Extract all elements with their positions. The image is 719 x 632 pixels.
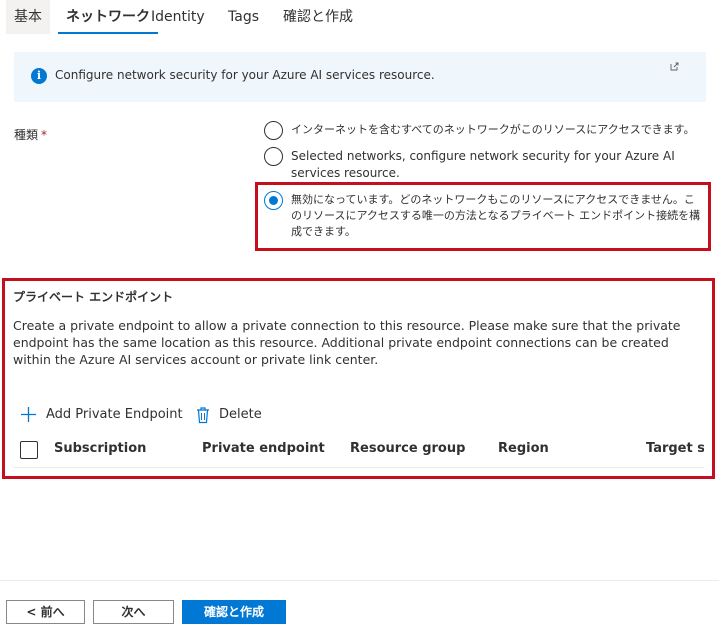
radio-label: Selected networks, configure network sec…: [291, 149, 675, 180]
external-link-icon[interactable]: [670, 62, 679, 71]
radio-disabled[interactable]: 無効になっています。どのネットワークもこのリソースにアクセスできません。このリソ…: [264, 191, 704, 243]
type-label-text: 種類: [14, 128, 39, 142]
column-resource-group[interactable]: Resource group: [350, 441, 465, 456]
radio-label: インターネットを含むすべてのネットワークがこのリソースにアクセスできます。: [291, 123, 695, 136]
select-all-checkbox[interactable]: [20, 441, 38, 459]
type-field-label: 種類 *: [14, 126, 47, 143]
column-target-sub-resource[interactable]: Target sub-resource: [646, 441, 704, 456]
previous-button[interactable]: < 前へ: [6, 600, 85, 624]
column-region[interactable]: Region: [498, 441, 549, 456]
delete-label: Delete: [219, 407, 262, 422]
radio-label: 無効になっています。どのネットワークもこのリソースにアクセスできません。このリソ…: [291, 193, 701, 238]
info-icon: i: [31, 68, 47, 84]
next-button[interactable]: 次へ: [93, 600, 174, 624]
add-private-endpoint-label: Add Private Endpoint: [46, 407, 183, 422]
column-private-endpoint[interactable]: Private endpoint: [202, 441, 325, 456]
tab-review-create[interactable]: 確認と作成: [275, 0, 361, 34]
trash-icon: [197, 407, 209, 424]
radio-button[interactable]: [264, 121, 283, 140]
private-endpoint-table-header: Subscription Private endpoint Resource g…: [14, 432, 704, 468]
radio-selected-networks[interactable]: Selected networks, configure network sec…: [264, 147, 704, 183]
tab-identity[interactable]: Identity: [143, 0, 213, 34]
info-banner: i Configure network security for your Az…: [14, 52, 706, 102]
required-mark: *: [41, 128, 48, 142]
private-endpoint-description: Create a private endpoint to allow a pri…: [13, 318, 681, 367]
review-create-button[interactable]: 確認と作成: [182, 600, 286, 624]
column-subscription[interactable]: Subscription: [54, 441, 146, 456]
radio-all-networks[interactable]: インターネットを含むすべてのネットワークがこのリソースにアクセスできます。: [264, 121, 704, 141]
tab-basics[interactable]: 基本: [6, 0, 50, 34]
private-endpoint-title: プライベート エンドポイント: [13, 290, 174, 304]
radio-button-checked[interactable]: [264, 191, 283, 210]
tab-bar: 基本 ネットワーク Identity Tags 確認と作成: [0, 0, 719, 36]
tab-network-label: ネットワーク: [66, 9, 150, 25]
add-icon: [21, 407, 36, 422]
footer-divider: [0, 580, 719, 581]
radio-button[interactable]: [264, 147, 283, 166]
info-banner-text: Configure network security for your Azur…: [55, 68, 435, 82]
tab-tags[interactable]: Tags: [220, 0, 267, 34]
